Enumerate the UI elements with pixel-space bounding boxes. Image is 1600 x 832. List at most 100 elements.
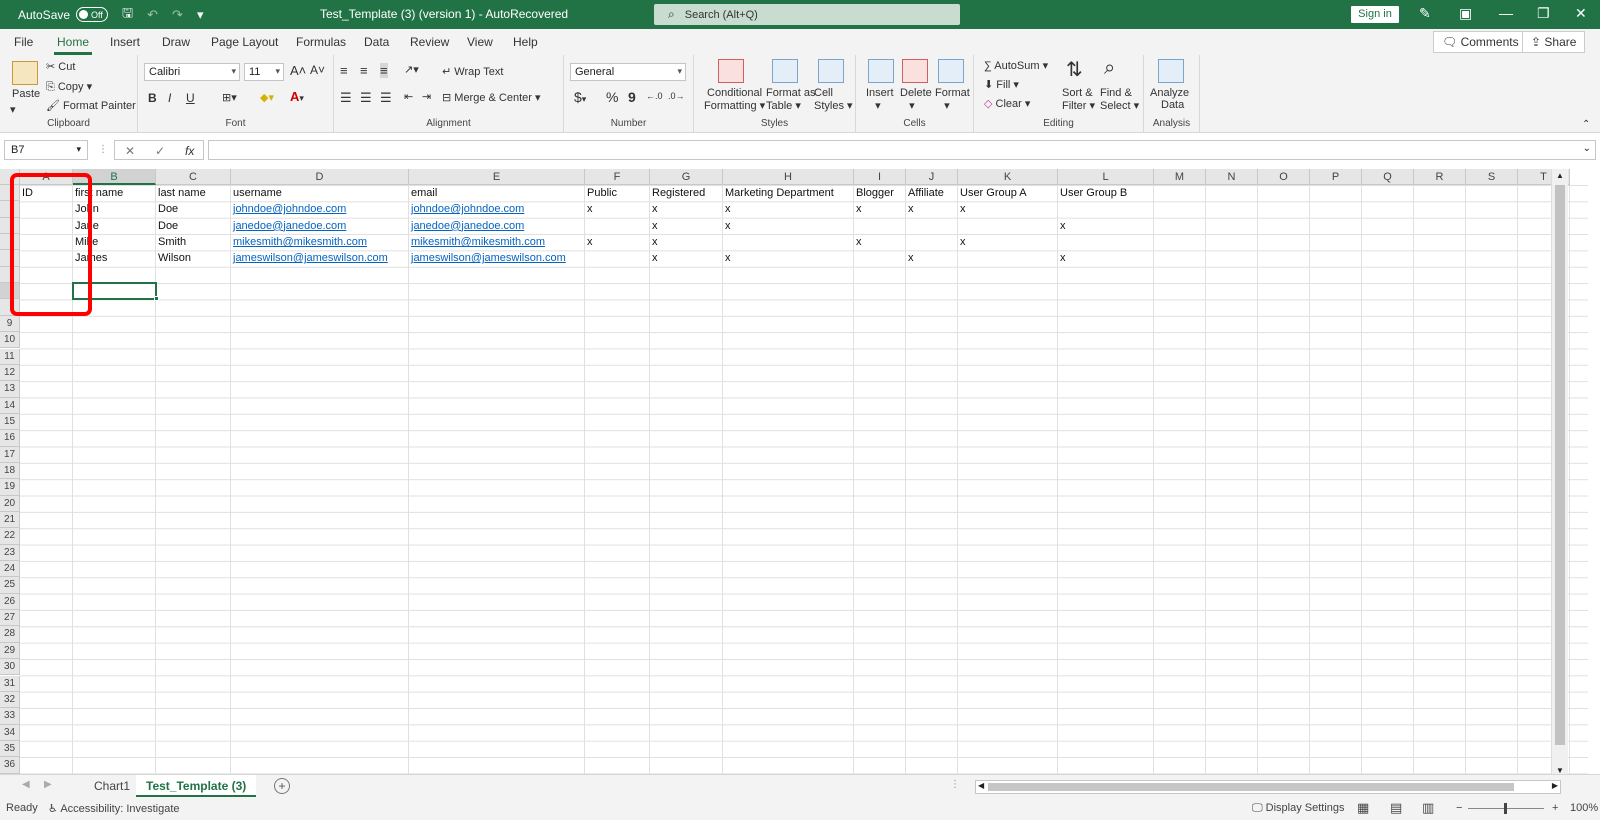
column-header-q[interactable]: Q	[1362, 169, 1414, 185]
fill-button[interactable]: ⬇ Fill ▾	[984, 78, 1019, 91]
format-as-table-button[interactable]: Format as Table ▾	[766, 87, 816, 112]
table-cell[interactable]: x	[1058, 250, 1154, 266]
redo-icon[interactable]: ↷	[172, 7, 183, 23]
align-left-icon[interactable]: ☰	[340, 90, 352, 106]
insert-function-icon[interactable]: fx	[185, 144, 194, 158]
clear-button[interactable]: ◇ Clear ▾	[984, 97, 1030, 110]
tab-draw[interactable]: Draw	[162, 35, 190, 49]
row-header[interactable]: 20	[0, 495, 20, 512]
undo-icon[interactable]: ↶	[147, 7, 158, 23]
tab-data[interactable]: Data	[364, 35, 389, 49]
paste-dropdown-icon[interactable]: ▾	[10, 103, 16, 116]
header-cell[interactable]: Affiliate	[906, 185, 958, 201]
find-select-icon[interactable]: ⌕	[1104, 57, 1115, 80]
share-button[interactable]: ⇪ Share	[1522, 31, 1586, 53]
tab-insert[interactable]: Insert	[110, 35, 140, 49]
align-top-icon[interactable]: ≡	[340, 63, 348, 78]
column-header-e[interactable]: E	[409, 169, 585, 185]
format-as-table-icon[interactable]	[772, 59, 798, 83]
analyze-data-button[interactable]: Analyze Data	[1150, 87, 1189, 111]
align-bottom-icon[interactable]: ≡	[380, 63, 388, 78]
merge-center-button[interactable]: ⊟ Merge & Center ▾	[442, 91, 541, 104]
table-cell[interactable]: x	[854, 234, 906, 250]
underline-button[interactable]: U	[186, 91, 195, 105]
increase-font-icon[interactable]: A˄	[290, 63, 306, 78]
table-cell[interactable]: Doe	[156, 218, 231, 234]
save-icon[interactable]: 🖫	[122, 4, 133, 26]
table-cell[interactable]: x	[650, 201, 723, 217]
fill-handle[interactable]	[154, 296, 159, 302]
header-cell[interactable]: Marketing Department	[723, 185, 854, 201]
cancel-icon[interactable]: ✕	[125, 144, 135, 158]
font-family-select[interactable]: Calibri	[144, 63, 240, 81]
wrap-text-button[interactable]: ↵ Wrap Text	[442, 65, 503, 78]
restore-icon[interactable]: ❐	[1537, 5, 1550, 22]
vertical-scrollbar[interactable]: ▲ ▼	[1551, 169, 1568, 779]
autosum-button[interactable]: ∑ AutoSum ▾	[984, 59, 1048, 72]
format-cells-icon[interactable]	[938, 59, 964, 83]
name-box[interactable]: B7 ▾	[4, 140, 88, 160]
tab-view[interactable]: View	[467, 35, 493, 49]
italic-button[interactable]: I	[168, 91, 171, 105]
row-header[interactable]: 32	[0, 691, 20, 709]
close-icon[interactable]: ✕	[1575, 5, 1587, 22]
table-cell[interactable]: x	[585, 201, 650, 217]
conditional-formatting-icon[interactable]	[718, 59, 744, 83]
customize-qat-icon[interactable]: ▾	[197, 7, 204, 23]
row-header[interactable]: 19	[0, 479, 20, 496]
percent-button[interactable]: %	[606, 89, 618, 105]
zoom-level[interactable]: 100%	[1570, 802, 1598, 814]
header-cell[interactable]: username	[231, 185, 409, 201]
display-settings-button[interactable]: 🖵 Display Settings	[1252, 802, 1345, 815]
currency-button[interactable]: $▾	[574, 89, 586, 105]
minimize-icon[interactable]: —	[1499, 5, 1513, 21]
table-cell[interactable]: x	[906, 250, 958, 266]
zoom-slider-thumb[interactable]	[1504, 803, 1507, 814]
format-painter-button[interactable]: 🖌 Format Painter	[46, 99, 136, 112]
delete-cells-icon[interactable]	[902, 59, 928, 83]
font-color-icon[interactable]: A▾	[290, 89, 304, 104]
horizontal-scrollbar[interactable]: ◀ ▶	[975, 780, 1561, 794]
column-header-g[interactable]: G	[650, 169, 723, 185]
column-header-o[interactable]: O	[1258, 169, 1310, 185]
table-cell[interactable]: mikesmith@mikesmith.com	[231, 234, 409, 250]
header-cell[interactable]: Blogger	[854, 185, 906, 201]
row-header[interactable]: 30	[0, 659, 20, 676]
zoom-out-button[interactable]: −	[1456, 802, 1462, 814]
tab-formulas[interactable]: Formulas	[296, 35, 346, 49]
paste-button[interactable]: Paste	[12, 88, 40, 100]
cut-button[interactable]: ✂ Cut	[46, 60, 75, 73]
row-header[interactable]: 35	[0, 740, 20, 758]
increase-indent-icon[interactable]: ⇥	[422, 90, 431, 103]
tab-home[interactable]: Home	[57, 35, 89, 49]
row-header[interactable]: 34	[0, 724, 20, 741]
row-header[interactable]: 10	[0, 332, 20, 349]
column-header-s[interactable]: S	[1466, 169, 1518, 185]
table-cell[interactable]: x	[650, 234, 723, 250]
accessibility-status[interactable]: ♿ Accessibility: Investigate	[48, 802, 180, 815]
collapse-ribbon-icon[interactable]: ⌃	[1582, 119, 1590, 130]
sheet-prev-icon[interactable]: ◀	[22, 779, 30, 790]
column-header-r[interactable]: R	[1414, 169, 1466, 185]
table-cell[interactable]: janedoe@janedoe.com	[231, 218, 409, 234]
scroll-right-icon[interactable]: ▶	[1552, 781, 1558, 790]
row-header[interactable]: 16	[0, 430, 20, 447]
font-size-select[interactable]: 11	[244, 63, 284, 81]
column-header-m[interactable]: M	[1154, 169, 1206, 185]
delete-button[interactable]: Delete ▾	[900, 87, 932, 112]
find-select-button[interactable]: Find & Select ▾	[1100, 87, 1139, 112]
header-cell[interactable]: Registered	[650, 185, 723, 201]
align-right-icon[interactable]: ☰	[380, 90, 392, 106]
row-header[interactable]: 25	[0, 577, 20, 594]
table-cell[interactable]: x	[1058, 218, 1154, 234]
add-sheet-button[interactable]: +	[274, 778, 290, 794]
table-cell[interactable]: mikesmith@mikesmith.com	[409, 234, 585, 250]
header-cell[interactable]: User Group A	[958, 185, 1058, 201]
row-header[interactable]: 11	[0, 348, 20, 365]
column-header-n[interactable]: N	[1206, 169, 1258, 185]
decrease-font-icon[interactable]: A˅	[310, 63, 325, 77]
fill-color-icon[interactable]: ◆▾	[260, 91, 274, 104]
table-cell[interactable]: Smith	[156, 234, 231, 250]
row-header[interactable]: 27	[0, 610, 20, 627]
normal-view-icon[interactable]: ▦	[1357, 800, 1369, 816]
